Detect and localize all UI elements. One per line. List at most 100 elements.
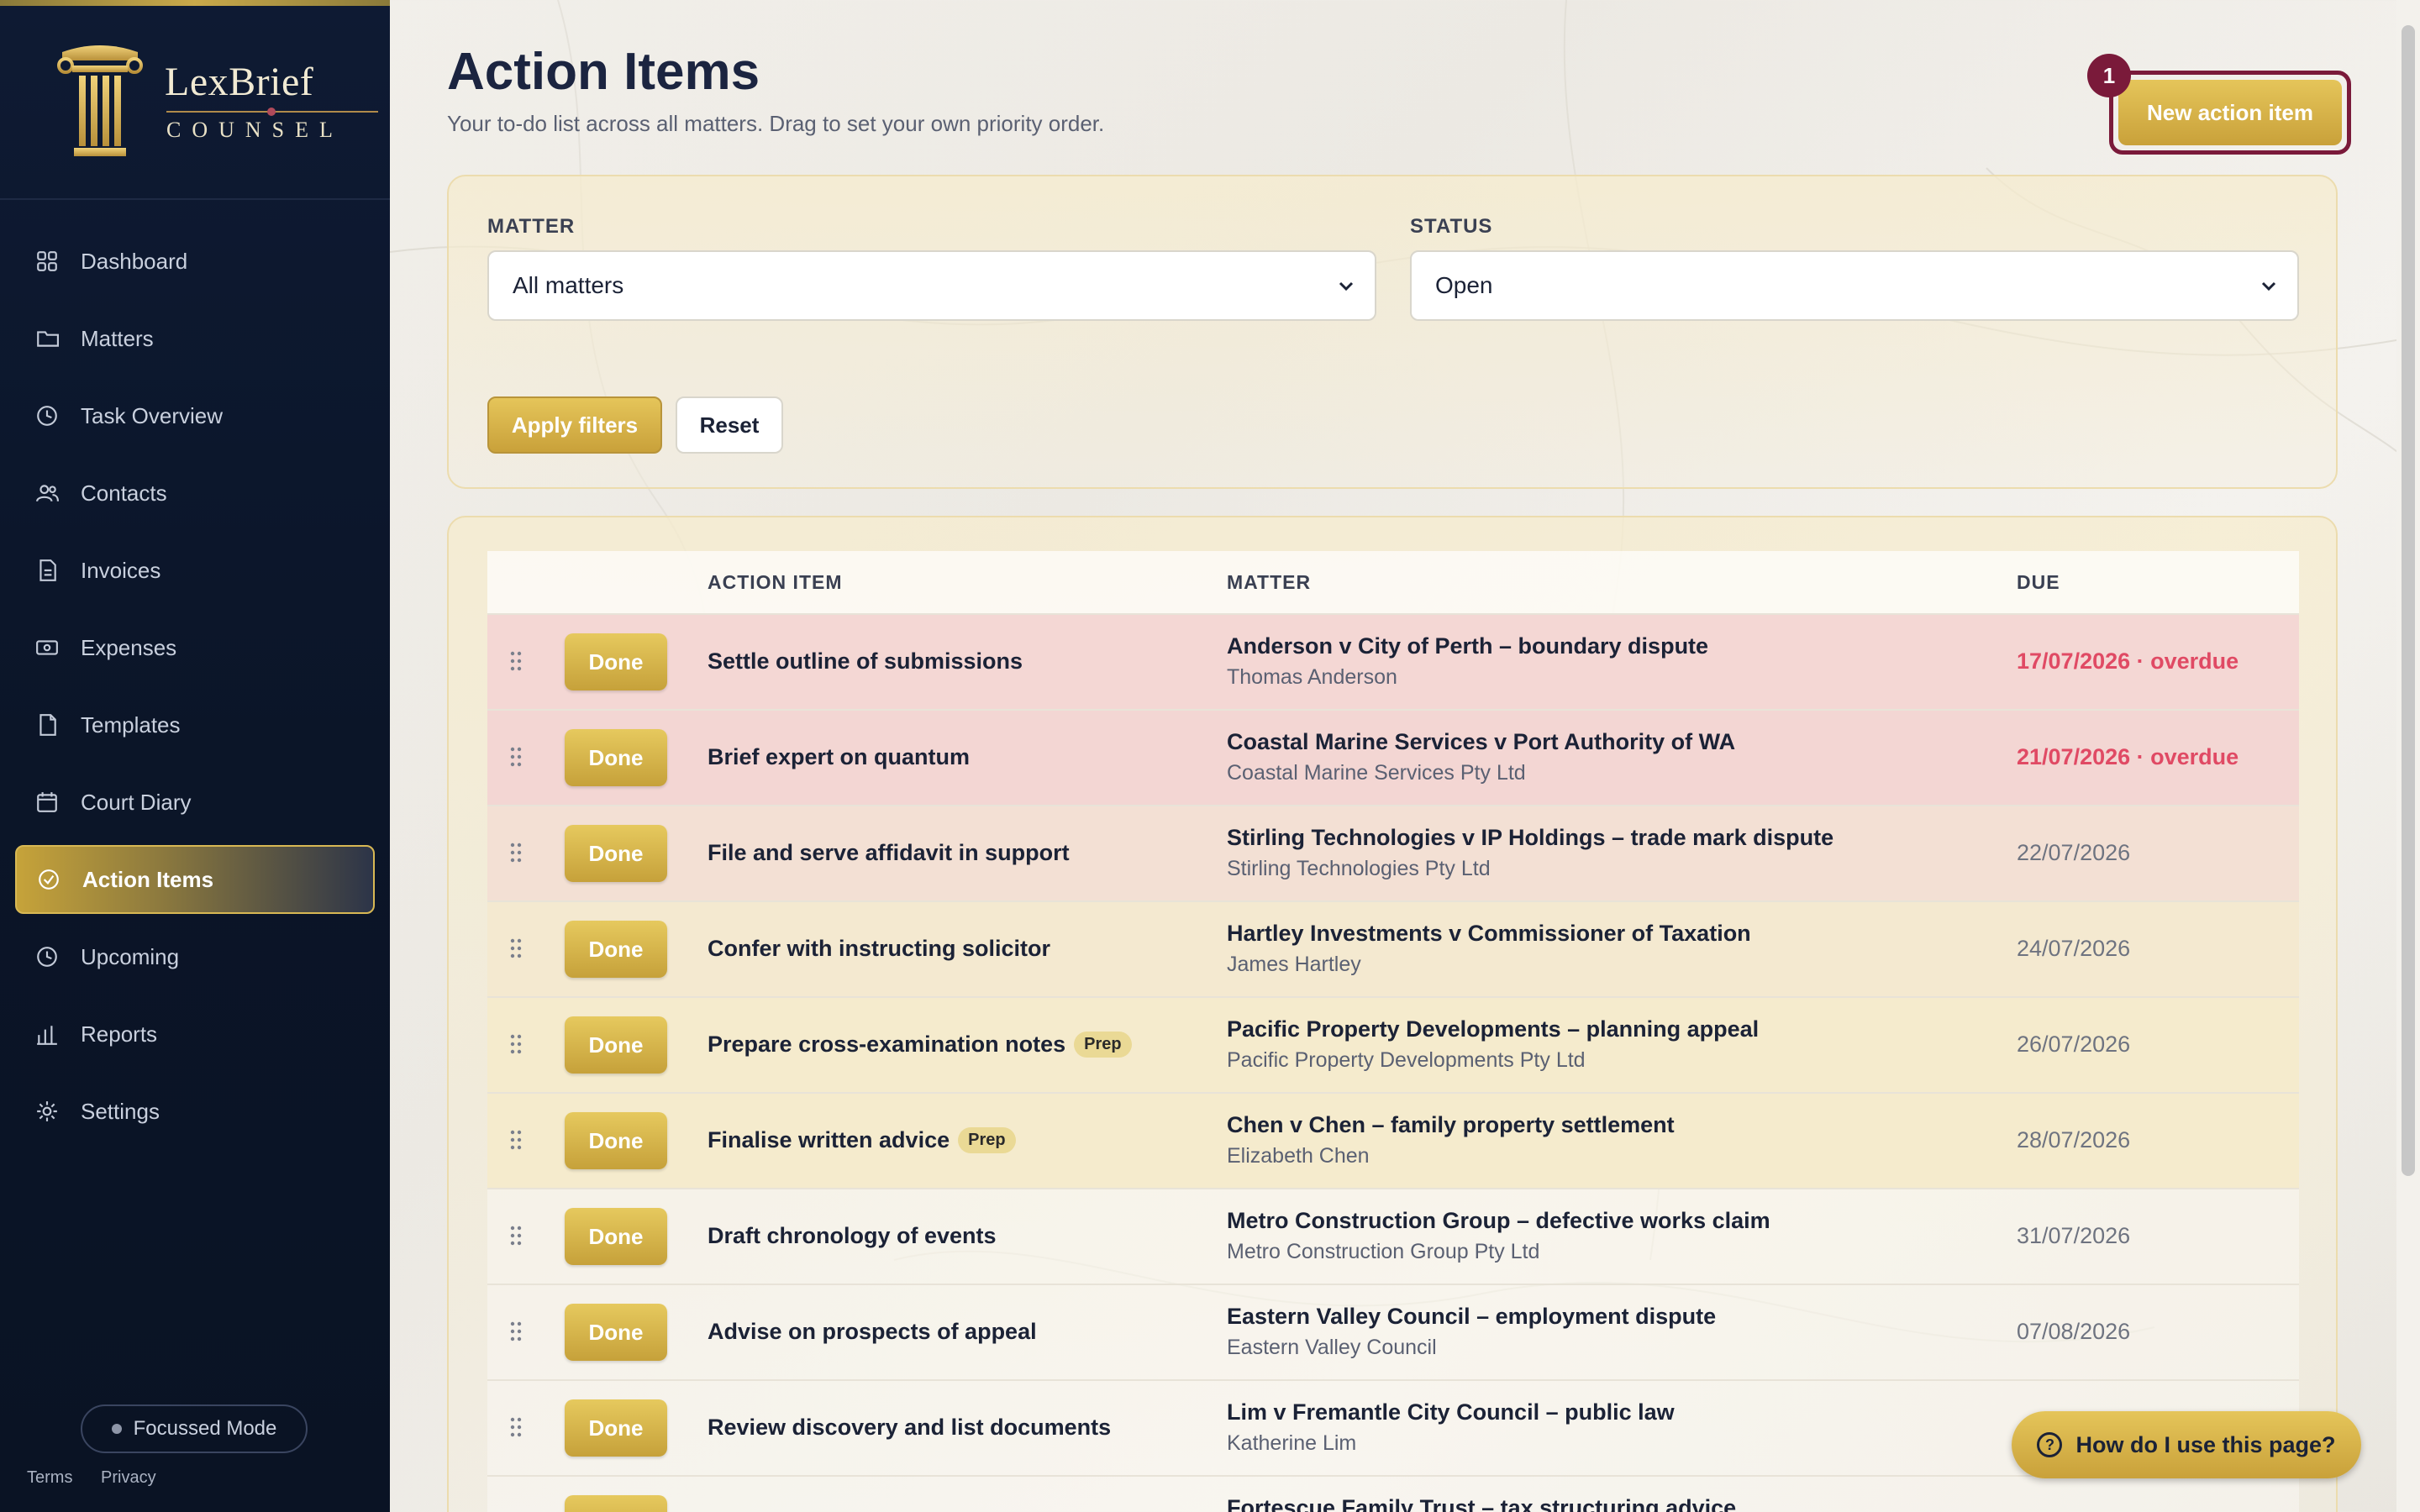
done-button[interactable]: Done xyxy=(565,1304,667,1361)
help-button[interactable]: ? How do I use this page? xyxy=(2012,1411,2361,1478)
matter-title[interactable]: Coastal Marine Services v Port Authority… xyxy=(1227,729,1735,755)
matter-title[interactable]: Lim v Fremantle City Council – public la… xyxy=(1227,1399,1675,1425)
sidebar-item-label: Expenses xyxy=(81,634,177,660)
sidebar-item-label: Templates xyxy=(81,711,181,738)
sidebar-item-expenses[interactable]: Expenses xyxy=(15,613,375,682)
apply-filters-button[interactable]: Apply filters xyxy=(487,396,662,454)
matter-client: James Hartley xyxy=(1227,953,1361,976)
table-row[interactable]: Done Settle outline of submissions Anderso… xyxy=(487,613,2299,709)
table-row[interactable]: Done Draft chronology of events Metro Cons… xyxy=(487,1188,2299,1284)
drag-handle-icon[interactable] xyxy=(509,1225,523,1247)
due-date: 26/07/2026 xyxy=(2017,1032,2131,1057)
brand-name: LexBrief xyxy=(165,60,314,104)
action-items-table: ACTION ITEM MATTER DUE Done Settle outlin… xyxy=(487,551,2299,1512)
scrollbar-thumb[interactable] xyxy=(2402,25,2415,1176)
matter-title[interactable]: Anderson v City of Perth – boundary disp… xyxy=(1227,633,1708,659)
action-item-title: Advise on prospects of appeal xyxy=(708,1319,1037,1345)
clock-icon xyxy=(34,402,60,429)
action-item-text: Review discovery and list documents xyxy=(708,1415,1112,1440)
done-button[interactable]: Done xyxy=(565,729,667,786)
page-scrollbar[interactable] xyxy=(2396,0,2420,1512)
matter-filter-select[interactable]: All matters xyxy=(487,250,1376,321)
grid-icon xyxy=(34,248,60,275)
action-item-text: Confer with instructing solicitor xyxy=(708,936,1051,961)
drag-handle-icon[interactable] xyxy=(509,842,523,864)
table-row[interactable]: Done Brief expert on quantum Coastal Marin… xyxy=(487,709,2299,805)
sidebar-item-reports[interactable]: Reports xyxy=(15,1000,375,1068)
matter-title[interactable]: Hartley Investments v Commissioner of Ta… xyxy=(1227,921,1751,947)
bar-chart-icon xyxy=(34,1021,60,1047)
focussed-mode-toggle[interactable]: Focussed Mode xyxy=(81,1404,308,1453)
terms-link[interactable]: Terms xyxy=(27,1468,72,1487)
matter-title[interactable]: Metro Construction Group – defective wor… xyxy=(1227,1208,1770,1234)
brand-logo[interactable]: LexBrief COUNSEL xyxy=(54,40,378,166)
document-icon xyxy=(34,711,60,738)
sidebar-item-contacts[interactable]: Contacts xyxy=(15,459,375,528)
sidebar-item-settings[interactable]: Settings xyxy=(15,1077,375,1146)
new-action-item-button[interactable]: New action item xyxy=(2118,80,2342,145)
done-button[interactable]: Done xyxy=(565,921,667,978)
sidebar-item-invoices[interactable]: Invoices xyxy=(15,536,375,605)
matter-title[interactable]: Stirling Technologies v IP Holdings – tr… xyxy=(1227,825,1833,851)
prep-tag: Prep xyxy=(958,1127,1016,1153)
privacy-link[interactable]: Privacy xyxy=(101,1468,156,1487)
table-row[interactable]: Done Prepare cross-examination notes Prep P… xyxy=(487,996,2299,1092)
table-row[interactable]: Done Fortescue Family Trust – tax structu… xyxy=(487,1475,2299,1512)
tour-step-badge: 1 xyxy=(2087,54,2131,97)
status-filter-select[interactable]: Open xyxy=(1410,250,2299,321)
reset-filters-button[interactable]: Reset xyxy=(676,396,783,454)
table-row[interactable]: Done Confer with instructing solicitor Har… xyxy=(487,900,2299,996)
header-due: DUE xyxy=(2017,570,2060,593)
calendar-icon xyxy=(34,789,60,816)
due-date: 22/07/2026 xyxy=(2017,840,2131,865)
due-date: 31/07/2026 xyxy=(2017,1223,2131,1248)
new-action-item-highlight: New action item xyxy=(2109,71,2351,155)
matter-filter-label: MATTER xyxy=(487,215,576,238)
pillar-logo-icon xyxy=(57,45,143,156)
done-button[interactable]: Done xyxy=(565,633,667,690)
drag-handle-icon[interactable] xyxy=(509,746,523,768)
done-button[interactable]: Done xyxy=(565,1399,667,1457)
action-item-text: Settle outline of submissions xyxy=(708,648,1023,674)
action-item-title: Finalise written advice Prep xyxy=(708,1127,1016,1153)
sidebar-item-matters[interactable]: Matters xyxy=(15,304,375,373)
sidebar-item-label: Settings xyxy=(81,1098,160,1124)
sidebar-nav: Dashboard Matters Task Overview Contacts Inv… xyxy=(0,227,390,1154)
done-button[interactable]: Done xyxy=(565,1016,667,1074)
toggle-dot-icon xyxy=(111,1424,122,1434)
table-row[interactable]: Done Advise on prospects of appeal Eastern… xyxy=(487,1284,2299,1379)
done-button[interactable]: Done xyxy=(565,1112,667,1169)
table-row[interactable]: Done File and serve affidavit in support S… xyxy=(487,805,2299,900)
sidebar-item-task-overview[interactable]: Task Overview xyxy=(15,381,375,450)
sidebar-item-action-items[interactable]: Action Items xyxy=(15,845,375,914)
drag-handle-icon[interactable] xyxy=(509,937,523,959)
table-row[interactable]: Done Finalise written advice Prep Chen v Ch… xyxy=(487,1092,2299,1188)
drag-handle-icon[interactable] xyxy=(509,1416,523,1438)
drag-handle-icon[interactable] xyxy=(509,1320,523,1342)
drag-handle-icon[interactable] xyxy=(509,1033,523,1055)
matter-title[interactable]: Eastern Valley Council – employment disp… xyxy=(1227,1304,1716,1330)
sidebar-item-label: Upcoming xyxy=(81,943,180,969)
sidebar-item-upcoming[interactable]: Upcoming xyxy=(15,922,375,991)
done-button[interactable]: Done xyxy=(565,1208,667,1265)
drag-handle-icon[interactable] xyxy=(509,650,523,672)
due-date: 17/07/2026 · overdue xyxy=(2017,648,2239,674)
matter-client: Metro Construction Group Pty Ltd xyxy=(1227,1240,1540,1263)
cash-icon xyxy=(34,634,60,661)
action-item-text: Finalise written advice xyxy=(708,1127,950,1152)
matter-title[interactable]: Pacific Property Developments – planning… xyxy=(1227,1016,1759,1042)
done-button[interactable]: Done xyxy=(565,1495,667,1512)
done-button[interactable]: Done xyxy=(565,825,667,882)
folder-icon xyxy=(34,325,60,352)
brand-dot xyxy=(267,108,276,116)
matter-title[interactable]: Chen v Chen – family property settlement xyxy=(1227,1112,1675,1138)
sidebar-item-court-diary[interactable]: Court Diary xyxy=(15,768,375,837)
matter-title[interactable]: Fortescue Family Trust – tax structuring… xyxy=(1227,1495,1736,1512)
clock-icon xyxy=(34,943,60,970)
matter-client: Elizabeth Chen xyxy=(1227,1144,1370,1168)
drag-handle-icon[interactable] xyxy=(509,1129,523,1151)
sidebar-item-label: Contacts xyxy=(81,480,167,506)
sidebar-item-dashboard[interactable]: Dashboard xyxy=(15,227,375,296)
sidebar-divider xyxy=(0,198,390,200)
sidebar-item-templates[interactable]: Templates xyxy=(15,690,375,759)
